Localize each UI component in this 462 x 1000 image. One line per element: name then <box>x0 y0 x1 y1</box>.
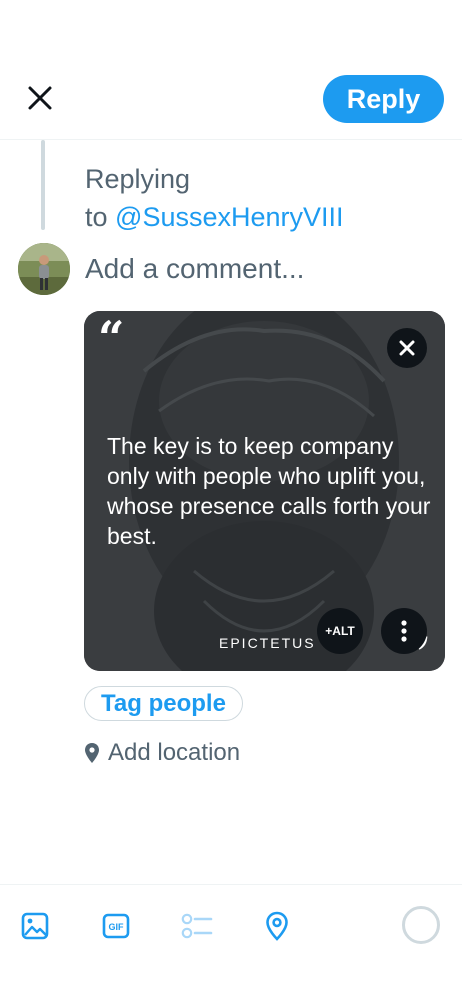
location-icon <box>266 911 288 941</box>
close-icon <box>399 340 415 356</box>
add-location-button[interactable]: Add location <box>84 738 240 768</box>
replying-label: Replying <box>85 164 191 194</box>
image-button[interactable] <box>15 906 55 946</box>
gif-button[interactable]: GIF <box>96 906 136 946</box>
poll-button[interactable] <box>177 906 217 946</box>
add-location-label: Add location <box>108 739 241 766</box>
location-button[interactable] <box>257 906 297 946</box>
avatar <box>18 243 70 295</box>
image-icon <box>21 912 49 940</box>
quote-author: EPICTETUS <box>219 635 316 651</box>
more-vertical-icon <box>401 620 407 642</box>
poll-icon <box>181 913 213 939</box>
remove-media-button[interactable] <box>387 328 427 368</box>
reply-handle-link[interactable]: @SussexHenryVIII <box>115 202 344 232</box>
gif-icon: GIF <box>102 913 130 939</box>
replying-to-word: to <box>85 202 108 232</box>
header-divider <box>0 139 462 140</box>
thread-line <box>41 140 45 230</box>
quote-open-mark: “ <box>98 311 125 365</box>
replying-to: Replying to @SussexHenryVIII <box>85 160 385 236</box>
location-pin-icon <box>85 743 99 763</box>
close-icon <box>28 86 52 110</box>
media-attachment[interactable]: “ The key is to keep company only with p… <box>84 311 445 671</box>
reply-button[interactable]: Reply <box>323 75 444 123</box>
media-more-button[interactable] <box>381 608 427 654</box>
toolbar-divider <box>0 884 462 885</box>
close-button[interactable] <box>22 80 58 116</box>
tag-people-button[interactable]: Tag people <box>84 686 243 721</box>
character-count-ring <box>402 906 440 944</box>
quote-text: The key is to keep company only with peo… <box>107 433 431 549</box>
alt-text-button[interactable]: +ALT <box>317 608 363 654</box>
comment-input[interactable] <box>85 249 435 289</box>
svg-text:GIF: GIF <box>109 922 125 932</box>
